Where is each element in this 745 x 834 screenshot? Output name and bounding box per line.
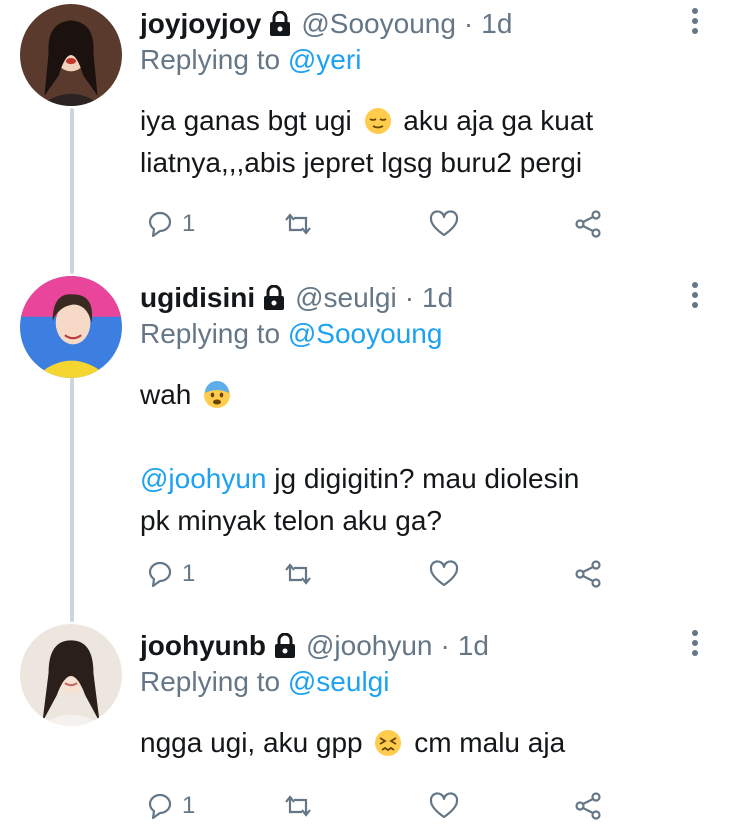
avatar[interactable] — [20, 4, 122, 106]
tweet-actions: 1 — [140, 786, 620, 826]
text-line: aku aja ga kuat — [403, 105, 594, 136]
share-icon — [575, 792, 601, 820]
lock-icon — [274, 633, 295, 658]
reply-count: 1 — [182, 560, 196, 587]
confounded-face-icon — [375, 730, 402, 756]
text-line: iya ganas bgt ugi — [140, 105, 352, 136]
tweet-actions: 1 — [140, 204, 620, 244]
tweet-header: ugidisini @seulgi · 1d — [140, 278, 453, 318]
timestamp[interactable]: 1d — [458, 630, 489, 662]
reply-icon — [148, 561, 172, 588]
timestamp[interactable]: 1d — [481, 8, 512, 40]
relieved-face-icon — [364, 108, 391, 134]
avatar[interactable] — [20, 276, 122, 378]
text-line: jg digigitin? mau diolesin — [266, 463, 580, 494]
replying-to: Replying to @yeri — [140, 44, 361, 76]
retweet-icon — [285, 213, 311, 235]
handle[interactable]: @joohyun — [306, 630, 433, 662]
tweet-actions: 1 — [140, 554, 620, 594]
separator-dot: · — [463, 8, 474, 39]
more-options-icon[interactable] — [688, 8, 702, 38]
separator-dot: · — [440, 630, 450, 661]
heart-icon — [429, 560, 459, 587]
text-line: cm malu aja — [414, 727, 566, 758]
retweet-icon — [285, 795, 311, 817]
reply-button[interactable]: 1 — [144, 554, 195, 594]
reply-tweet[interactable]: joohyunb @joohyun · 1d Replying to @seul… — [0, 622, 745, 834]
retweet-button[interactable] — [282, 204, 314, 244]
replying-to-mention[interactable]: @seulgi — [288, 666, 390, 697]
tweet-text: wah @joohyun jg digigitin? mau diolesin … — [140, 374, 710, 542]
reply-tweet[interactable]: joyjoyjoy @Sooyoung · 1d Replying to @ye… — [0, 0, 745, 270]
handle[interactable]: @seulgi — [295, 282, 397, 314]
share-icon — [575, 210, 601, 238]
lock-icon — [264, 285, 285, 310]
reply-tweet[interactable]: ugidisini @seulgi · 1d Replying to @Sooy… — [0, 274, 745, 614]
replying-to-mention[interactable]: @Sooyoung — [288, 318, 443, 349]
text-line: pk minyak telon aku ga? — [140, 505, 442, 536]
heart-icon — [429, 792, 459, 819]
retweet-button[interactable] — [282, 554, 314, 594]
share-icon — [575, 560, 601, 588]
tweet-text: iya ganas bgt ugi aku aja ga kuat liatny… — [140, 100, 710, 184]
text-line: ngga ugi, aku gpp — [140, 727, 363, 758]
reply-icon — [148, 211, 172, 238]
username[interactable]: joohyunb — [140, 630, 266, 662]
avatar[interactable] — [20, 624, 122, 726]
reply-count: 1 — [182, 210, 196, 237]
replying-to: Replying to @Sooyoung — [140, 318, 442, 350]
more-options-icon[interactable] — [688, 282, 702, 312]
replying-prefix: Replying to — [140, 44, 281, 75]
like-button[interactable] — [428, 204, 460, 244]
fearful-face-icon — [204, 381, 231, 408]
share-button[interactable] — [572, 554, 604, 594]
timestamp[interactable]: 1d — [422, 282, 453, 314]
retweet-icon — [285, 563, 311, 585]
reply-icon — [148, 793, 172, 820]
like-button[interactable] — [428, 786, 460, 826]
more-options-icon[interactable] — [688, 630, 702, 660]
replying-to: Replying to @seulgi — [140, 666, 389, 698]
lock-icon — [270, 11, 291, 36]
mention-link[interactable]: @joohyun — [140, 463, 267, 494]
tweet-text: ngga ugi, aku gpp cm malu aja — [140, 722, 710, 764]
separator-dot: · — [404, 282, 415, 313]
reply-button[interactable]: 1 — [144, 204, 195, 244]
share-button[interactable] — [572, 204, 604, 244]
replying-to-mention[interactable]: @yeri — [288, 44, 362, 75]
replying-prefix: Replying to — [140, 666, 281, 697]
tweet-header: joohyunb @joohyun · 1d — [140, 626, 489, 666]
share-button[interactable] — [572, 786, 604, 826]
text-line: liatnya,,,abis jepret lgsg buru2 pergi — [140, 147, 583, 178]
text-line: wah — [140, 379, 192, 410]
like-button[interactable] — [428, 554, 460, 594]
replying-prefix: Replying to — [140, 318, 281, 349]
heart-icon — [429, 210, 459, 237]
retweet-button[interactable] — [282, 786, 314, 826]
username[interactable]: ugidisini — [140, 282, 255, 314]
username[interactable]: joyjoyjoy — [140, 8, 261, 40]
tweet-header: joyjoyjoy @Sooyoung · 1d — [140, 4, 512, 44]
reply-count: 1 — [182, 792, 196, 819]
handle[interactable]: @Sooyoung — [301, 8, 456, 40]
reply-button[interactable]: 1 — [144, 786, 195, 826]
